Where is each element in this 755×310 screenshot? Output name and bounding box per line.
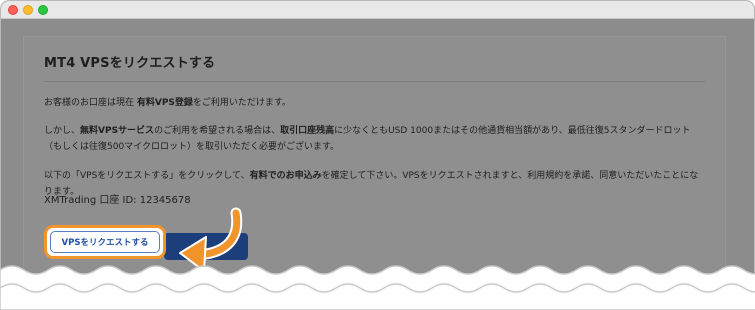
account-id: XMTrading 口座 ID: 12345678 [44, 195, 191, 206]
highlight-text: 有料でのお申込み [249, 171, 322, 181]
highlight-text: 有料VPS登録 [136, 98, 193, 108]
text: しかし、 [44, 126, 81, 136]
text: お客様のお口座は現在 [44, 98, 137, 108]
status-paragraph: お客様のお口座は現在 有料VPS登録をご利用いただけます。 [44, 95, 704, 111]
torn-edge [0, 265, 755, 310]
title-bar [1, 1, 754, 19]
maximize-window-button[interactable] [38, 5, 48, 15]
text: をご利用いただけます。 [192, 98, 292, 108]
card-title: MT4 VPSをリクエストする [44, 56, 216, 71]
minimize-window-button[interactable] [23, 5, 33, 15]
condition-paragraph: しかし、無料VPSサービスのご利用を希望される場合は、取引口座残高に少なくともU… [44, 123, 704, 155]
text: 以下の「VPSをリクエストする」をクリックして、 [44, 171, 250, 181]
divider [44, 81, 705, 82]
text: のご利用を希望される場合は、 [154, 126, 281, 136]
highlight-text: 取引口座残高 [280, 126, 335, 136]
close-window-button[interactable] [8, 5, 18, 15]
highlight-text: 無料VPSサービス [80, 126, 155, 136]
